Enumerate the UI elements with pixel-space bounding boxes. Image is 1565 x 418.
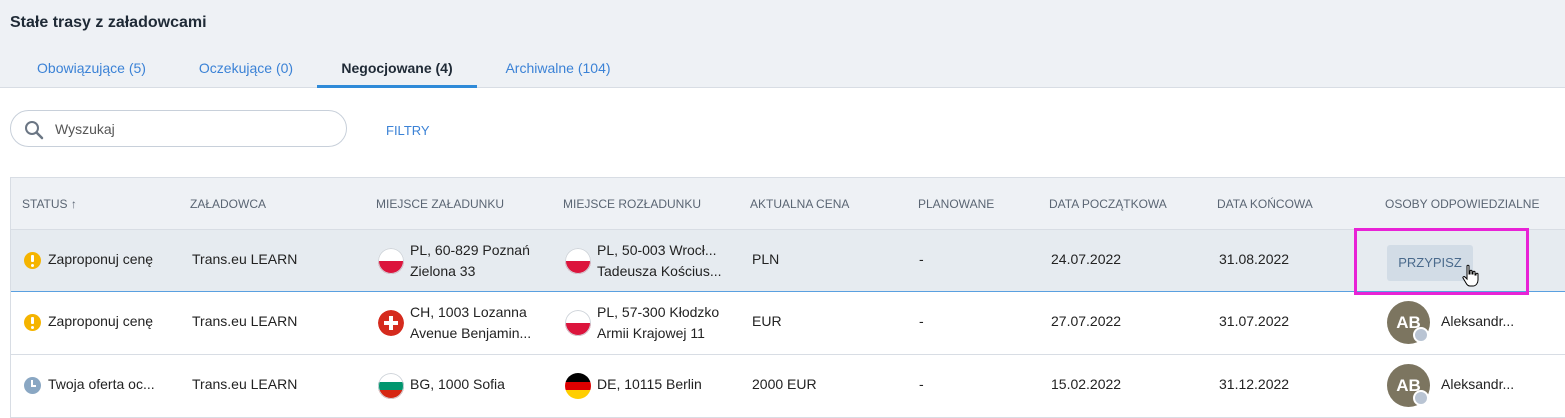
- planned-value: -: [919, 251, 924, 267]
- column-header-start-date[interactable]: DATA POCZĄTKOWA: [1049, 197, 1167, 211]
- loading-line1: CH, 1003 Lozanna: [410, 304, 527, 320]
- start-date: 27.07.2022: [1051, 313, 1122, 329]
- table-header: STATUS ↑ ZAŁADOWCA MIEJSCE ZAŁADUNKU MIE…: [11, 178, 1565, 230]
- planned-value: -: [919, 376, 924, 392]
- loading-line2: Zielona 33: [410, 263, 476, 279]
- loading-place: CH, 1003 Lozanna Avenue Benjamin...: [410, 302, 531, 344]
- search-icon: [25, 121, 44, 140]
- table-row[interactable]: Zaproponuj cenę Trans.eu LEARN CH, 1003 …: [11, 292, 1565, 355]
- status-text: Zaproponuj cenę: [48, 251, 154, 267]
- current-price: 2000 EUR: [752, 376, 817, 392]
- shipper-name: Trans.eu LEARN: [192, 251, 298, 267]
- poland-flag-icon: [378, 248, 404, 274]
- search-input[interactable]: [55, 119, 335, 139]
- status-text: Zaproponuj cenę: [48, 313, 154, 329]
- clock-icon: [24, 377, 41, 394]
- column-header-responsible[interactable]: OSOBY ODPOWIEDZIALNE: [1385, 197, 1539, 211]
- status-dot-icon: [1413, 390, 1429, 406]
- tab-negocjowane[interactable]: Negocjowane (4): [317, 52, 477, 88]
- loading-line1: BG, 1000 Sofia: [410, 376, 505, 392]
- shipper-name: Trans.eu LEARN: [192, 313, 298, 329]
- end-date: 31.08.2022: [1219, 251, 1290, 267]
- tab-obowiazujace[interactable]: Obowiązujące (5): [19, 52, 164, 88]
- start-date: 15.02.2022: [1051, 376, 1122, 392]
- current-price: PLN: [752, 251, 780, 267]
- column-header-price[interactable]: AKTUALNA CENA: [750, 197, 849, 211]
- shipper-name: Trans.eu LEARN: [192, 376, 298, 392]
- column-header-shipper[interactable]: ZAŁADOWCA: [190, 197, 266, 211]
- loading-line1: PL, 60-829 Poznań: [410, 242, 530, 258]
- hand-cursor-icon: [1462, 264, 1479, 287]
- current-price: EUR: [752, 313, 782, 329]
- status-text: Twoja oferta oc...: [48, 376, 155, 392]
- unloading-line1: PL, 57-300 Kłodzko: [597, 304, 720, 320]
- column-header-planned[interactable]: PLANOWANE: [918, 197, 994, 211]
- warning-icon: [24, 314, 41, 331]
- poland-flag-icon: [565, 310, 591, 336]
- status-dot-icon: [1413, 327, 1429, 343]
- unloading-line1: PL, 50-003 Wrocł...: [597, 242, 717, 258]
- unloading-line1: DE, 10115 Berlin: [597, 376, 702, 392]
- tab-archiwalne[interactable]: Archiwalne (104): [491, 52, 625, 88]
- table-row[interactable]: Twoja oferta oc... Trans.eu LEARN BG, 10…: [11, 355, 1565, 418]
- germany-flag-icon: [565, 373, 591, 399]
- switzerland-flag-icon: [378, 310, 404, 336]
- page-title: Stałe trasy z załadowcami: [10, 14, 207, 31]
- unloading-place: PL, 57-300 Kłodzko Armii Krajowej 11: [597, 302, 719, 344]
- page-header: Stałe trasy z załadowcami Obowiązujące (…: [0, 0, 1565, 88]
- column-header-status[interactable]: STATUS ↑: [22, 197, 77, 211]
- bulgaria-flag-icon: [378, 373, 404, 399]
- start-date: 24.07.2022: [1051, 251, 1122, 267]
- tab-oczekujace[interactable]: Oczekujące (0): [183, 52, 309, 88]
- responsible-name: Aleksandr...: [1441, 313, 1515, 329]
- filters-button[interactable]: FILTRY: [386, 123, 430, 138]
- end-date: 31.07.2022: [1219, 313, 1290, 329]
- column-header-unloading[interactable]: MIEJSCE ROZŁADUNKU: [563, 197, 701, 211]
- end-date: 31.12.2022: [1219, 376, 1290, 392]
- responsible-name: Aleksandr...: [1441, 376, 1515, 392]
- poland-flag-icon: [565, 248, 591, 274]
- highlight-annotation: [1354, 228, 1529, 295]
- unloading-line2: Armii Krajowej 11: [597, 325, 705, 341]
- unloading-place: PL, 50-003 Wrocł... Tadeusza Kościus...: [597, 240, 722, 282]
- search-box[interactable]: [10, 110, 347, 147]
- planned-value: -: [919, 313, 924, 329]
- column-header-end-date[interactable]: DATA KOŃCOWA: [1217, 197, 1313, 211]
- loading-place: PL, 60-829 Poznań Zielona 33: [410, 240, 530, 282]
- warning-icon: [24, 252, 41, 269]
- column-header-loading[interactable]: MIEJSCE ZAŁADUNKU: [376, 197, 504, 211]
- routes-table: STATUS ↑ ZAŁADOWCA MIEJSCE ZAŁADUNKU MIE…: [10, 177, 1565, 418]
- table-row[interactable]: Zaproponuj cenę Trans.eu LEARN PL, 60-82…: [11, 230, 1565, 292]
- unloading-line2: Tadeusza Kościus...: [597, 263, 722, 279]
- loading-line2: Avenue Benjamin...: [410, 325, 532, 341]
